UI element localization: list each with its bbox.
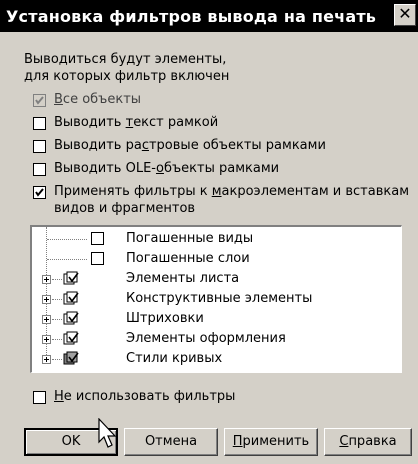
apply-button[interactable]: Применить: [224, 428, 318, 456]
ole-frame-label: Выводить OLE-объекты рамками: [54, 161, 280, 176]
no-filters-checkbox[interactable]: [33, 391, 46, 404]
layers-icon: [63, 331, 79, 345]
tree-item-label: Конструктивные элементы: [126, 291, 313, 306]
help-button[interactable]: Справка: [324, 428, 412, 456]
layers-icon: [63, 291, 79, 305]
tree-item-label: Погашенные слои: [126, 251, 250, 266]
tree-item-design[interactable]: Элементы оформления: [32, 329, 400, 349]
checkmark-icon: [35, 96, 44, 105]
expand-icon[interactable]: [42, 295, 51, 304]
tree-branch-line: [47, 239, 87, 240]
close-icon: ✕: [398, 4, 412, 23]
apply-filters-macro-label-line2: видов и фрагментов: [54, 201, 196, 216]
close-button[interactable]: ✕: [394, 4, 416, 26]
filter-tree[interactable]: Погашенные виды Погашенные слои Элементы…: [30, 225, 402, 373]
tree-item-checkbox[interactable]: [91, 232, 104, 245]
tree-item-constructive[interactable]: Конструктивные элементы: [32, 289, 400, 309]
intro-line-1: Выводиться будут элементы,: [24, 52, 227, 67]
all-objects-checkbox[interactable]: [33, 94, 46, 107]
tree-branch-line: [52, 339, 62, 340]
text-frame-checkbox[interactable]: [33, 117, 46, 130]
expand-icon[interactable]: [42, 355, 51, 364]
apply-filters-macro-checkbox[interactable]: [33, 186, 46, 199]
cancel-button[interactable]: Отмена: [124, 428, 218, 456]
raster-frame-label: Выводить растровые объекты рамками: [54, 138, 326, 153]
expand-icon[interactable]: [42, 315, 51, 324]
expand-icon[interactable]: [42, 335, 51, 344]
text-frame-label: Выводить текст рамкой: [54, 115, 219, 130]
apply-filters-macro-label: Применять фильтры к макроэлементам и вст…: [54, 184, 409, 199]
tree-item-checkbox[interactable]: [91, 252, 104, 265]
tree-item-label: Элементы оформления: [126, 331, 286, 346]
tree-item-hatching[interactable]: Штриховки: [32, 309, 400, 329]
raster-frame-checkbox[interactable]: [33, 140, 46, 153]
tree-branch-line: [52, 359, 62, 360]
layers-icon: [63, 311, 79, 325]
ole-frame-checkbox[interactable]: [33, 163, 46, 176]
tree-item-label: Штриховки: [126, 311, 204, 326]
tree-item-label: Погашенные виды: [126, 231, 254, 246]
tree-branch-line: [52, 299, 62, 300]
expand-icon[interactable]: [42, 275, 51, 284]
tree-item-label: Элементы листа: [126, 271, 240, 286]
tree-item-hidden-views[interactable]: Погашенные виды: [32, 229, 400, 249]
tree-item-sheet-elements[interactable]: Элементы листа: [32, 269, 400, 289]
layers-icon: [63, 271, 79, 285]
all-objects-label: Все объекты: [54, 92, 142, 107]
tree-branch-line: [47, 259, 87, 260]
dialog-title: Установка фильтров вывода на печать: [6, 7, 377, 26]
tree-item-label: Стили кривых: [126, 351, 223, 366]
tree-branch-line: [52, 279, 62, 280]
tree-item-curve-styles[interactable]: Стили кривых: [32, 349, 400, 369]
tree-item-hidden-layers[interactable]: Погашенные слои: [32, 249, 400, 269]
no-filters-label: Не использовать фильтры: [54, 389, 236, 404]
intro-line-2: для которых фильтр включен: [24, 69, 230, 84]
tree-branch-line: [52, 319, 62, 320]
layers-partial-icon: [63, 351, 79, 365]
checkmark-icon: [35, 188, 44, 197]
title-bar[interactable]: Установка фильтров вывода на печать ✕: [0, 0, 418, 32]
filter-dialog: Установка фильтров вывода на печать ✕ Вы…: [0, 0, 418, 464]
mouse-cursor-icon: [98, 418, 117, 448]
